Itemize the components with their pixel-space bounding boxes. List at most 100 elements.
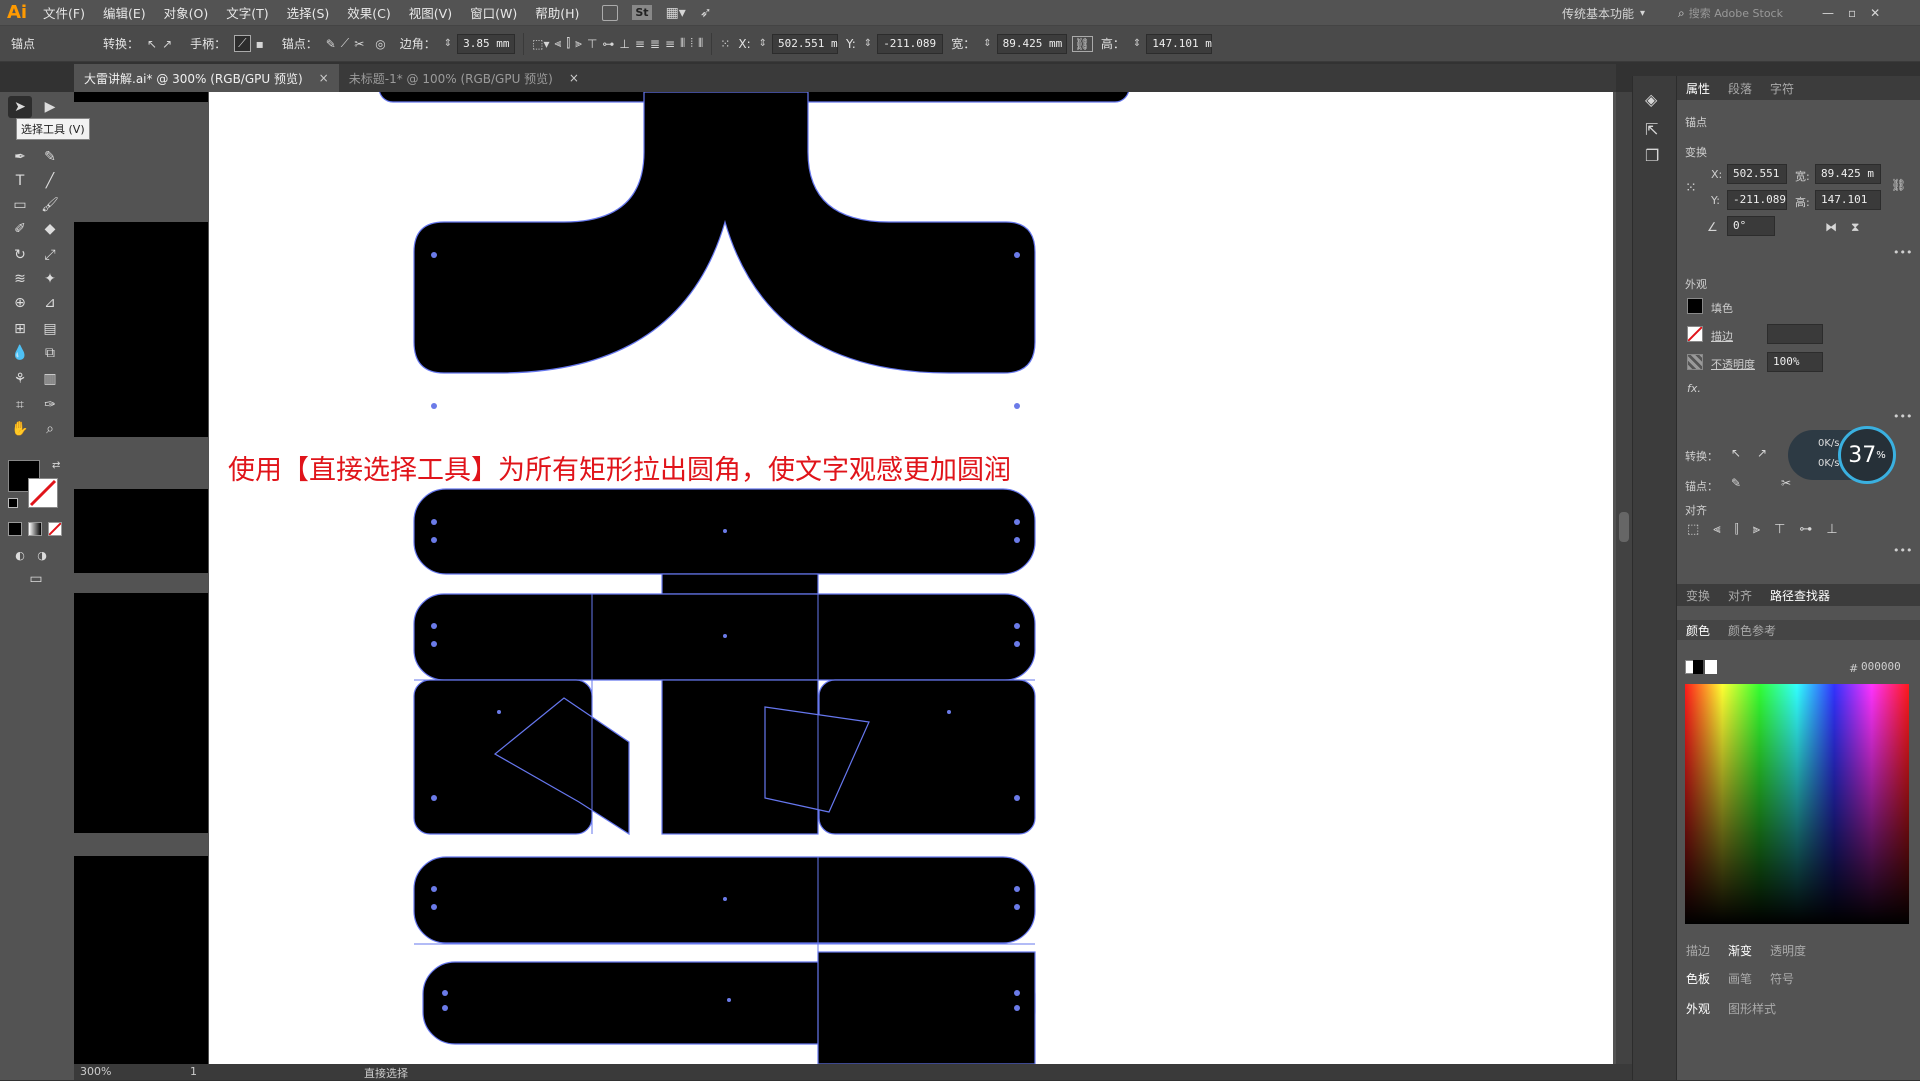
dist-vcenter-icon[interactable]: ≣ bbox=[650, 37, 660, 51]
artboard-number[interactable]: 1 bbox=[190, 1065, 197, 1078]
tab-align[interactable]: 对齐 bbox=[1719, 587, 1761, 604]
rectangle-tool-icon[interactable]: ▭ bbox=[8, 194, 32, 216]
perspective-grid-tool-icon[interactable]: ⊿ bbox=[38, 292, 62, 314]
align-to-icon[interactable]: ⬚▾ bbox=[532, 37, 549, 51]
tab-document-1[interactable]: 大雷讲解.ai* @ 300% (RGB/GPU 预览) × bbox=[74, 64, 339, 92]
blend-tool-icon[interactable]: ⧉ bbox=[38, 342, 62, 364]
cut-path-icon[interactable]: ✂ bbox=[1781, 476, 1791, 490]
align-top-icon[interactable]: ⊤ bbox=[587, 37, 597, 51]
line-tool-icon[interactable]: ╱ bbox=[38, 170, 62, 192]
dist-right-icon[interactable]: ⦀ bbox=[698, 36, 703, 51]
align-bottom-icon[interactable]: ⊥ bbox=[619, 37, 629, 51]
y-field[interactable]: -211.089 bbox=[877, 33, 944, 54]
none-mode-icon[interactable] bbox=[48, 522, 62, 536]
convert-smooth-icon[interactable]: ↗ bbox=[1757, 446, 1767, 460]
zoom-tool-icon[interactable]: ⌕ bbox=[38, 418, 62, 440]
x-field[interactable]: 502.551 m bbox=[772, 33, 839, 54]
link-icon[interactable]: ⛓ bbox=[1891, 178, 1906, 192]
more-icon[interactable]: ••• bbox=[1893, 410, 1912, 423]
opacity-label[interactable]: 不透明度 bbox=[1711, 356, 1755, 372]
menu-window[interactable]: 窗口(W) bbox=[461, 3, 526, 22]
color-mode-icon[interactable] bbox=[8, 522, 22, 536]
direct-selection-tool-icon[interactable]: ▶ bbox=[38, 96, 62, 118]
gradient-mode-icon[interactable] bbox=[28, 522, 42, 536]
chevron-down-icon[interactable]: ▾ bbox=[1640, 8, 1645, 19]
menu-effect[interactable]: 效果(C) bbox=[338, 3, 399, 22]
gradient-tool-icon[interactable]: ▤ bbox=[38, 318, 62, 340]
corner-spin-icon[interactable]: ⇕ bbox=[444, 38, 452, 49]
stroke-label[interactable]: 描边 bbox=[1711, 328, 1733, 344]
menu-type[interactable]: 文字(T) bbox=[217, 3, 277, 22]
dist-top-icon[interactable]: ≡ bbox=[635, 37, 645, 51]
layers-icon[interactable]: ◈ bbox=[1645, 90, 1657, 109]
angle-field[interactable]: 0° bbox=[1727, 216, 1775, 236]
artboard-tool-icon[interactable]: ⌗ bbox=[8, 394, 32, 416]
workspace-switcher[interactable]: 传统基本功能 bbox=[1562, 5, 1634, 22]
opacity-field[interactable]: 100% bbox=[1767, 352, 1823, 372]
menu-view[interactable]: 视图(V) bbox=[400, 3, 461, 22]
scale-tool-icon[interactable]: ⤢ bbox=[38, 244, 62, 266]
panel-x-field[interactable]: 502.551 bbox=[1727, 164, 1787, 184]
menu-help[interactable]: 帮助(H) bbox=[526, 3, 588, 22]
corner-radius-field[interactable]: 3.85 mm bbox=[457, 33, 516, 54]
tab-graphic-styles[interactable]: 图形样式 bbox=[1719, 1000, 1785, 1017]
link-icon[interactable]: ⛓ bbox=[1071, 35, 1093, 52]
screen-mode-icon[interactable]: ▭ bbox=[24, 568, 48, 590]
vertical-scrollbar[interactable] bbox=[1616, 92, 1632, 1064]
height-spin-icon[interactable]: ⇕ bbox=[1133, 38, 1141, 49]
type-tool-icon[interactable]: T bbox=[8, 170, 32, 192]
artboard[interactable] bbox=[209, 92, 1613, 1064]
minimize-button[interactable]: — bbox=[1822, 6, 1834, 20]
isolate-icon[interactable]: ◎ bbox=[375, 37, 385, 51]
connect-anchor-icon[interactable]: ⟋ bbox=[341, 36, 349, 51]
convert-smooth-icon[interactable]: ↗ bbox=[162, 37, 172, 51]
tab-document-2[interactable]: 未标题-1* @ 100% (RGB/GPU 预览) × bbox=[339, 64, 589, 92]
eraser-tool-icon[interactable]: ◆ bbox=[38, 218, 62, 240]
bridge-icon[interactable] bbox=[602, 4, 619, 21]
stroke-swatch-small[interactable] bbox=[1687, 326, 1703, 342]
stock-search-input[interactable]: 搜索 Adobe Stock bbox=[1689, 5, 1783, 21]
menu-file[interactable]: 文件(F) bbox=[34, 3, 94, 22]
draw-normal-icon[interactable]: ◐ bbox=[8, 544, 32, 566]
eyedropper-tool-icon[interactable]: 💧 bbox=[8, 342, 32, 364]
lei-glyph-artwork[interactable] bbox=[209, 92, 1613, 1064]
y-spin-icon[interactable]: ⇕ bbox=[864, 38, 872, 49]
handle-show-icon[interactable]: ⟋ bbox=[234, 35, 251, 52]
dist-bottom-icon[interactable]: ≡ bbox=[665, 37, 675, 51]
align-left-icon[interactable]: ⫷ bbox=[555, 36, 562, 51]
remove-anchor-icon[interactable]: ✎ bbox=[326, 37, 336, 51]
convert-corner-icon[interactable]: ↖ bbox=[147, 37, 157, 51]
tab-pathfinder[interactable]: 路径查找器 bbox=[1761, 587, 1839, 604]
mesh-tool-icon[interactable]: ⊞ bbox=[8, 318, 32, 340]
curvature-tool-icon[interactable]: ✎ bbox=[38, 146, 62, 168]
pen-tool-icon[interactable]: ✒ bbox=[8, 146, 32, 168]
convert-corner-icon[interactable]: ↖ bbox=[1731, 446, 1741, 460]
tab-paragraph[interactable]: 段落 bbox=[1719, 80, 1761, 97]
reference-point-icon[interactable]: ⁙ bbox=[1685, 180, 1697, 196]
tab-brushes[interactable]: 画笔 bbox=[1719, 970, 1761, 987]
align-hcenter-icon[interactable]: ⫿ bbox=[566, 36, 570, 51]
white-swatch[interactable] bbox=[1705, 660, 1717, 674]
cut-path-icon[interactable]: ✂ bbox=[354, 37, 364, 51]
more-icon[interactable]: ••• bbox=[1893, 544, 1912, 557]
dist-left-icon[interactable]: ⦀ bbox=[680, 36, 685, 51]
panel-h-field[interactable]: 147.101 bbox=[1815, 190, 1881, 210]
default-colors-icon[interactable] bbox=[8, 498, 18, 508]
tab-appearance[interactable]: 外观 bbox=[1677, 1000, 1719, 1017]
symbol-sprayer-tool-icon[interactable]: ⚘ bbox=[8, 368, 32, 390]
export-icon[interactable]: ⇱ bbox=[1645, 120, 1658, 139]
gpu-icon[interactable]: ➶ bbox=[700, 5, 712, 21]
swap-fill-stroke-icon[interactable]: ⇄ bbox=[52, 460, 60, 471]
flip-h-icon[interactable]: ⧓ bbox=[1825, 220, 1837, 234]
handle-hide-icon[interactable]: ▪ bbox=[256, 37, 264, 51]
color-spectrum[interactable] bbox=[1685, 684, 1909, 924]
height-field[interactable]: 147.101 m bbox=[1146, 33, 1213, 54]
shape-builder-tool-icon[interactable]: ⊕ bbox=[8, 292, 32, 314]
tab-stroke[interactable]: 描边 bbox=[1677, 942, 1719, 959]
width-field[interactable]: 89.425 mm bbox=[996, 33, 1067, 54]
x-spin-icon[interactable]: ⇕ bbox=[759, 38, 767, 49]
rotate-tool-icon[interactable]: ↻ bbox=[8, 244, 32, 266]
menu-select[interactable]: 选择(S) bbox=[278, 3, 339, 22]
warp-tool-icon[interactable]: ≋ bbox=[8, 268, 32, 290]
close-icon[interactable]: × bbox=[319, 71, 329, 85]
